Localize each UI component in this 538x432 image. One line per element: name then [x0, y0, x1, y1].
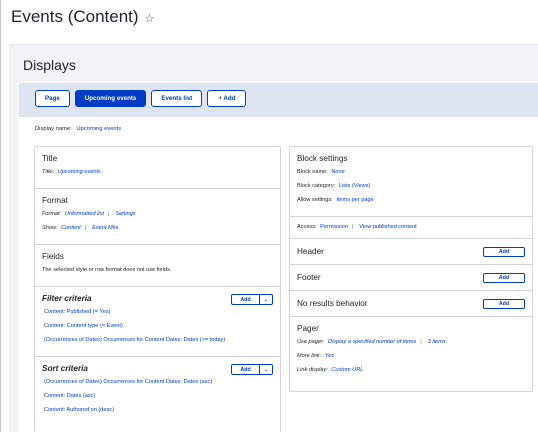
- separator: |: [84, 225, 87, 231]
- left-column: Title Title: Upcoming events Format Form…: [34, 146, 281, 432]
- block-name-label: Block name:: [297, 169, 328, 175]
- filter-add-button[interactable]: Add: [232, 295, 260, 304]
- filter-item-link[interactable]: (Occurrences of Dates) Occurrences for C…: [44, 337, 225, 343]
- format-section: Format Format: Unformatted list | Settings…: [35, 189, 280, 245]
- access-section: Access: Permission | View published conten…: [290, 217, 532, 239]
- sort-item: (Occurrences of Dates) Occurrences for C…: [42, 379, 273, 385]
- chevron-down-icon[interactable]: ⌄: [260, 295, 272, 304]
- right-column: Block settings Block name: None Block ca…: [289, 146, 533, 392]
- show-mode-link[interactable]: Event Mini: [92, 225, 118, 231]
- allow-settings-label: Allow settings:: [297, 197, 333, 203]
- no-results-heading: No results behavior: [297, 299, 368, 308]
- allow-settings-row: Allow settings: Items per page: [297, 197, 525, 203]
- format-row: Format: Unformatted list | Settings: [42, 211, 273, 217]
- tab-page[interactable]: Page: [35, 90, 70, 107]
- filter-item: (Occurrences of Dates) Occurrences for C…: [42, 337, 273, 343]
- use-pager-row: Use pager: Display a specified number of…: [297, 339, 525, 345]
- more-link-row: More link: Yes: [297, 353, 525, 359]
- page-header: Events (Content) ☆: [0, 0, 538, 40]
- format-heading: Format: [42, 196, 68, 205]
- link-display-link[interactable]: Custom URL: [331, 367, 363, 373]
- access-row: Access: Permission | View published conten…: [297, 224, 525, 230]
- title-row: Title: Upcoming events: [42, 169, 273, 175]
- separator: |: [351, 224, 354, 230]
- sort-add-dropbutton[interactable]: Add ⌄: [231, 364, 273, 375]
- pager-section: Pager Use pager: Display a specified num…: [290, 317, 532, 386]
- title-link[interactable]: Upcoming events: [58, 169, 101, 175]
- sort-item-link[interactable]: (Occurrences of Dates) Occurrences for C…: [44, 379, 212, 385]
- filter-section: Filter criteria Add ⌄ Content: Published…: [35, 287, 280, 357]
- displays-heading: Displays: [23, 57, 76, 73]
- format-settings-link[interactable]: Settings: [115, 211, 135, 217]
- block-name-row: Block name: None: [297, 169, 525, 175]
- footer-section: Footer Add: [290, 265, 532, 291]
- sort-item: Content: Dates (asc): [42, 393, 273, 399]
- sort-add-button[interactable]: Add: [232, 365, 260, 374]
- header-section: Header Add: [290, 239, 532, 265]
- page-title-text: Events (Content): [11, 7, 139, 26]
- format-label: Format:: [42, 211, 62, 217]
- window-edge: [0, 0, 1, 432]
- tab-events-list[interactable]: Events list: [151, 90, 203, 107]
- title-label: Title:: [42, 169, 55, 175]
- sort-item-link[interactable]: Content: Authored on (desc): [44, 407, 114, 413]
- show-label: Show:: [42, 225, 58, 231]
- show-row: Show: Content | Event Mini: [42, 225, 273, 231]
- display-tabs: Page Upcoming events Events list + Add: [19, 83, 538, 117]
- format-link[interactable]: Unformatted list: [65, 211, 104, 217]
- footer-heading: Footer: [297, 273, 321, 282]
- display-name-row: Display name: Upcoming events: [35, 126, 121, 132]
- display-panel: Display name: Upcoming events Title Titl…: [19, 117, 538, 432]
- use-pager-label: Use pager:: [297, 339, 325, 345]
- filter-item-link[interactable]: Content: Content type (= Event): [44, 323, 123, 329]
- block-settings-heading: Block settings: [297, 154, 348, 163]
- display-name-label: Display name:: [35, 126, 72, 132]
- more-link-link[interactable]: Yes: [325, 353, 334, 359]
- star-icon[interactable]: ☆: [145, 12, 155, 25]
- block-settings-section: Block settings Block name: None Block ca…: [290, 147, 532, 217]
- filter-item-link[interactable]: Content: Published (= Yes): [44, 309, 110, 315]
- pager-heading: Pager: [297, 324, 319, 333]
- filter-item: Content: Content type (= Event): [42, 323, 273, 329]
- footer-add-button[interactable]: Add: [483, 273, 525, 283]
- pager-count-link[interactable]: 3 items: [428, 339, 446, 345]
- display-name-link[interactable]: Upcoming events: [76, 126, 121, 132]
- fields-section: Fields The selected style or row format …: [35, 245, 280, 287]
- access-link[interactable]: Permission: [320, 224, 348, 230]
- fields-heading: Fields: [42, 252, 64, 261]
- sort-section: Sort criteria Add ⌄ (Occurrences of Date…: [35, 357, 280, 426]
- show-link[interactable]: Content: [61, 225, 81, 231]
- filter-item: Content: Published (= Yes): [42, 309, 273, 315]
- no-results-section: No results behavior Add: [290, 291, 532, 317]
- add-display-button[interactable]: + Add: [207, 90, 247, 107]
- header-heading: Header: [297, 247, 324, 256]
- separator: |: [108, 211, 110, 217]
- block-category-row: Block category: Lists (Views): [297, 183, 525, 189]
- no-results-add-button[interactable]: Add: [483, 299, 525, 309]
- title-heading: Title: [42, 154, 58, 163]
- sort-item-link[interactable]: Content: Dates (asc): [44, 393, 95, 399]
- link-display-label: Link display:: [297, 367, 328, 373]
- main-content: Displays Page Upcoming events Events lis…: [9, 44, 538, 432]
- title-section: Title Title: Upcoming events: [35, 147, 280, 189]
- header-add-button[interactable]: Add: [483, 247, 525, 257]
- link-display-row: Link display: Custom URL: [297, 367, 525, 373]
- allow-settings-link[interactable]: Items per page: [336, 197, 373, 203]
- access-detail-link[interactable]: View published content: [359, 224, 416, 230]
- more-link-label: More link:: [297, 353, 322, 359]
- fields-note: The selected style or row format does no…: [42, 267, 172, 273]
- tab-upcoming-events[interactable]: Upcoming events: [74, 90, 147, 107]
- block-category-link[interactable]: Lists (Views): [339, 183, 371, 189]
- filter-add-dropbutton[interactable]: Add ⌄: [231, 294, 273, 305]
- separator: |: [420, 339, 422, 345]
- sort-item: Content: Authored on (desc): [42, 407, 273, 413]
- page-title: Events (Content) ☆: [11, 7, 538, 27]
- block-name-link[interactable]: None: [331, 169, 344, 175]
- block-category-label: Block category:: [297, 183, 336, 189]
- chevron-down-icon[interactable]: ⌄: [260, 365, 272, 374]
- use-pager-link[interactable]: Display a specified number of items: [328, 339, 416, 345]
- access-label: Access:: [297, 224, 317, 230]
